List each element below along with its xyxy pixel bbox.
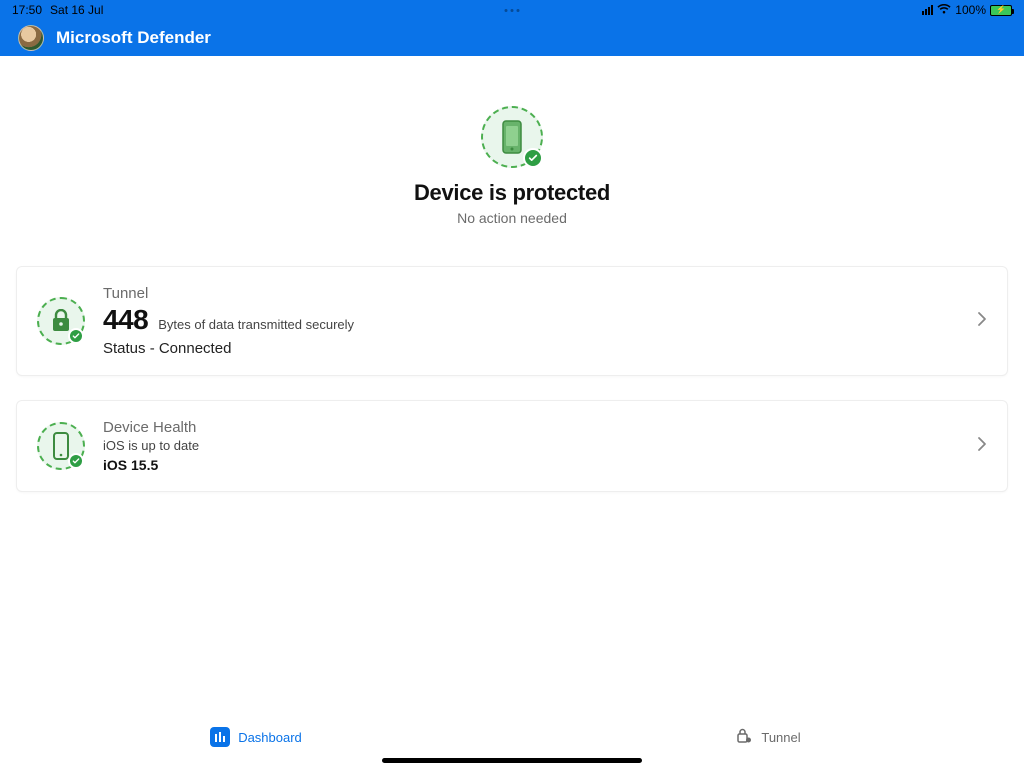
device-health-card[interactable]: Device Health iOS is up to date iOS 15.5 [16,400,1008,492]
avatar[interactable] [18,25,44,51]
tunnel-card[interactable]: Tunnel 448 Bytes of data transmitted sec… [16,266,1008,376]
tunnel-status: Status - Connected [103,340,959,357]
check-badge-icon [68,328,84,344]
device-health-label: Device Health [103,419,959,436]
device-health-card-body: Device Health iOS is up to date iOS 15.5 [103,419,959,473]
tunnel-label: Tunnel [103,285,959,302]
status-time: 17:50 [12,3,42,17]
hero-icon [481,106,543,168]
app-title: Microsoft Defender [56,28,211,48]
tunnel-card-body: Tunnel 448 Bytes of data transmitted sec… [103,285,959,357]
check-badge-icon [68,453,84,469]
chevron-right-icon [977,436,987,457]
hero-subtitle: No action needed [457,210,567,226]
status-left: 17:50 Sat 16 Jul [12,3,103,17]
home-indicator[interactable] [382,758,642,763]
tunnel-lock-icon [735,727,753,748]
app-header: Microsoft Defender [0,20,1024,56]
status-right: 100% ⚡ [922,3,1012,17]
phone-icon [52,432,70,460]
dashboard-icon [210,727,230,747]
status-bar: 17:50 Sat 16 Jul 100% ⚡ [0,0,1024,20]
device-health-card-icon [37,422,85,470]
chevron-right-icon [977,311,987,332]
hero-title: Device is protected [414,180,610,206]
wifi-icon [937,3,951,17]
tunnel-bytes-value: 448 [103,304,148,336]
phone-shield-icon [499,120,525,154]
tab-tunnel-label: Tunnel [761,730,800,745]
cellular-signal-icon [922,5,933,15]
hero-section: Device is protected No action needed [16,106,1008,226]
device-health-uptodate: iOS is up to date [103,438,959,453]
tunnel-bytes-desc: Bytes of data transmitted securely [158,317,354,332]
battery-percent: 100% [955,3,986,17]
multitask-dots [505,9,520,12]
main-content: Device is protected No action needed Tun… [0,56,1024,492]
lock-icon [51,309,71,333]
check-badge-icon [523,148,543,168]
battery-icon: ⚡ [990,5,1012,16]
tab-dashboard-label: Dashboard [238,730,302,745]
device-health-version: iOS 15.5 [103,457,959,473]
tunnel-card-icon [37,297,85,345]
status-date: Sat 16 Jul [50,3,103,17]
